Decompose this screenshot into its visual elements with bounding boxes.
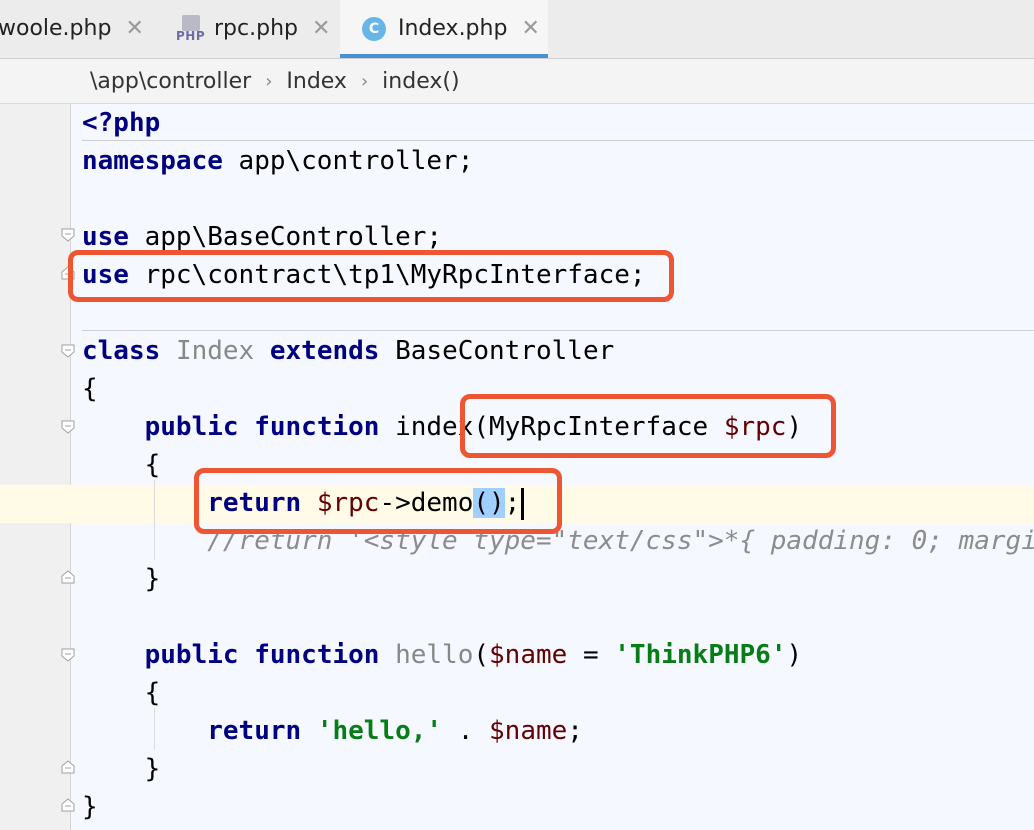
editor-tab-bar: woole.php ✕ PHP rpc.php ✕ C Index.php ✕ bbox=[0, 0, 1034, 59]
breadcrumb-namespace[interactable]: \app\controller bbox=[90, 69, 251, 94]
tab-woole-php[interactable]: woole.php ✕ bbox=[0, 0, 144, 57]
breadcrumb-method[interactable]: index() bbox=[382, 69, 459, 94]
chevron-right-icon: › bbox=[360, 70, 369, 92]
breadcrumb: \app\controller › Index › index() bbox=[0, 59, 1034, 104]
close-icon[interactable]: ✕ bbox=[312, 16, 330, 41]
tab-label: Index.php bbox=[398, 16, 508, 41]
fold-end-icon[interactable] bbox=[61, 760, 75, 774]
code-line-16: { bbox=[144, 678, 161, 708]
tab-index-php[interactable]: C Index.php ✕ bbox=[340, 0, 548, 58]
close-icon[interactable]: ✕ bbox=[125, 16, 143, 41]
php-file-icon: PHP bbox=[176, 14, 206, 43]
annotation-box-use-statement bbox=[68, 250, 674, 302]
code-line-13: } bbox=[144, 564, 161, 594]
chevron-right-icon: › bbox=[265, 70, 273, 92]
class-icon: C bbox=[362, 16, 386, 41]
code-line-7: class Index extends BaseController bbox=[82, 336, 615, 366]
code-line-2: namespace app\controller; bbox=[82, 146, 474, 176]
method-separator bbox=[82, 330, 1034, 331]
fold-icon[interactable] bbox=[61, 344, 75, 358]
tab-label: rpc.php bbox=[214, 16, 298, 41]
code-line-19: } bbox=[82, 792, 98, 822]
close-icon[interactable]: ✕ bbox=[521, 16, 539, 41]
fold-icon[interactable] bbox=[61, 228, 75, 242]
annotation-box-method-param bbox=[460, 394, 836, 458]
code-line-10: { bbox=[144, 450, 161, 480]
code-line-17: return 'hello,' . $name; bbox=[207, 716, 583, 746]
editor-gutter[interactable] bbox=[0, 104, 71, 830]
tab-label: woole.php bbox=[0, 16, 112, 41]
code-line-1: <?php bbox=[82, 108, 161, 138]
code-line-18: } bbox=[144, 754, 161, 784]
fold-icon[interactable] bbox=[61, 420, 75, 434]
code-line-8: { bbox=[82, 374, 98, 404]
fold-icon[interactable] bbox=[61, 648, 75, 662]
code-line-15: public function hello($name = 'ThinkPHP6… bbox=[144, 640, 803, 670]
code-editor[interactable]: <?php namespace app\controller; use app\… bbox=[0, 104, 1034, 830]
fold-end-icon[interactable] bbox=[61, 798, 75, 812]
annotation-box-return-call bbox=[194, 468, 562, 534]
tab-rpc-php[interactable]: PHP rpc.php ✕ bbox=[176, 0, 330, 57]
breadcrumb-class[interactable]: Index bbox=[286, 69, 347, 94]
method-separator bbox=[82, 140, 1034, 141]
fold-end-icon[interactable] bbox=[61, 570, 75, 584]
